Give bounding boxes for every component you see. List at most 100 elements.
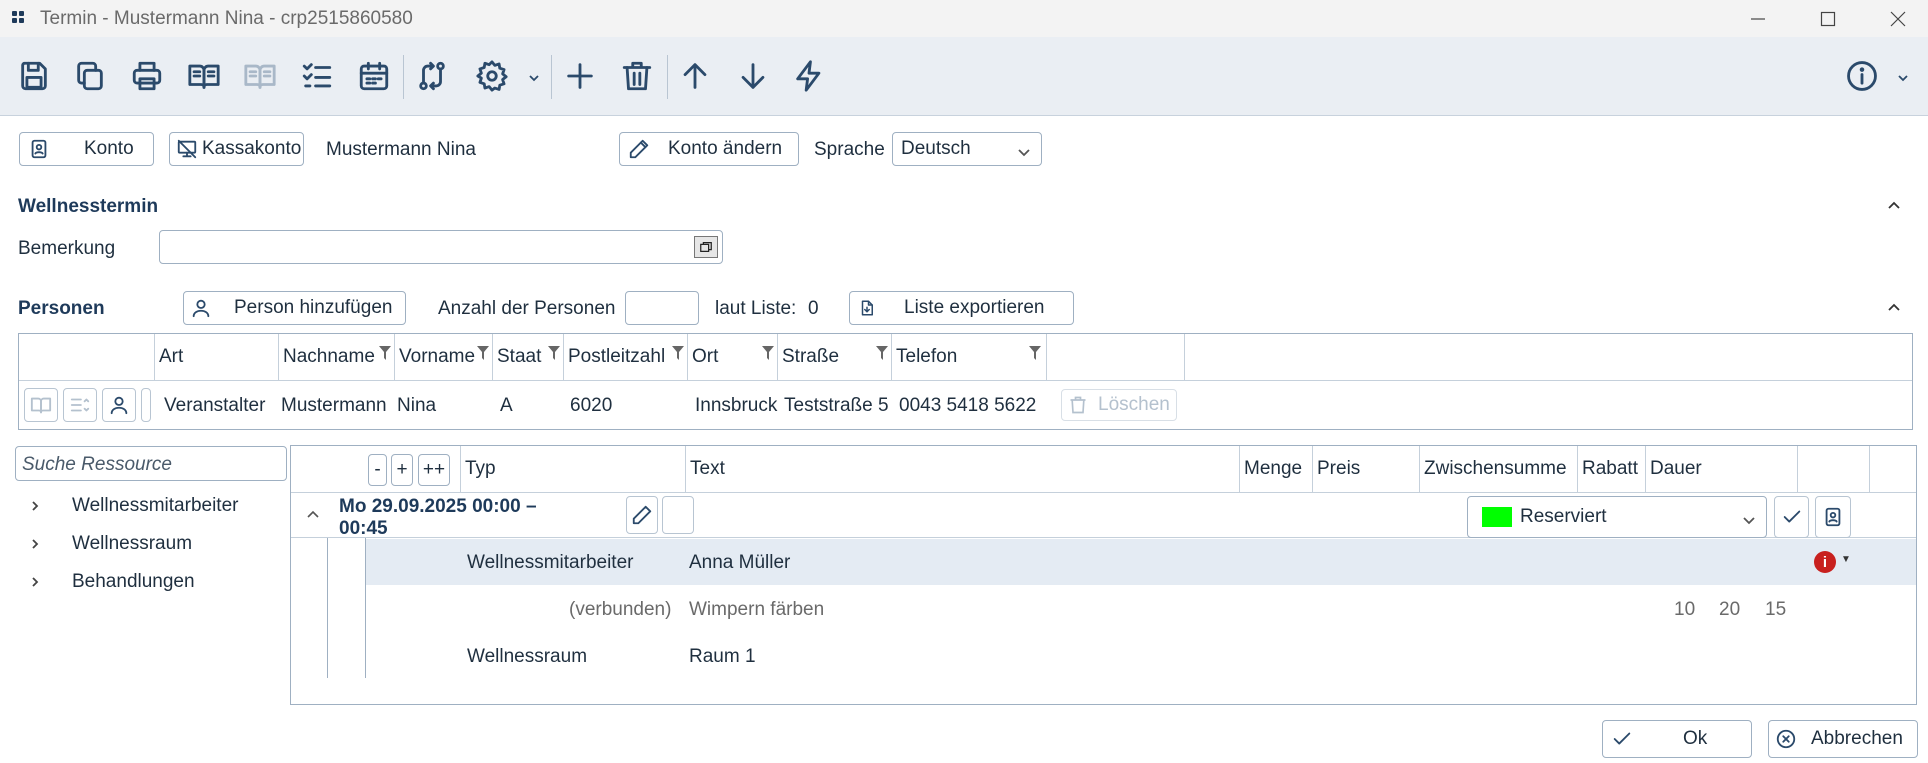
wellnesstermin-title: Wellnesstermin bbox=[18, 196, 159, 217]
lightning-icon[interactable] bbox=[787, 54, 831, 98]
edit-termin-button[interactable] bbox=[626, 496, 658, 534]
close-button[interactable] bbox=[1870, 0, 1926, 37]
row-typ: Wellnessraum bbox=[467, 646, 588, 667]
header-dauer[interactable]: Dauer bbox=[1646, 446, 1798, 492]
row-value-3: 15 bbox=[1765, 599, 1787, 620]
header-ort[interactable]: Ort bbox=[688, 334, 778, 380]
arrow-up-icon[interactable] bbox=[673, 54, 717, 98]
filter-icon[interactable] bbox=[548, 344, 560, 360]
filter-icon[interactable] bbox=[477, 344, 489, 360]
filter-icon[interactable] bbox=[762, 344, 774, 360]
header-preis[interactable]: Preis bbox=[1313, 446, 1420, 492]
row-typ: (verbunden) bbox=[569, 599, 672, 620]
header-text[interactable]: Text bbox=[686, 446, 1240, 492]
abbrechen-button[interactable]: Abbrechen bbox=[1768, 720, 1918, 758]
status-value: Reserviert bbox=[1520, 506, 1607, 527]
calendar-icon[interactable] bbox=[352, 54, 396, 98]
cell-nachname: Mustermann bbox=[281, 395, 387, 416]
chevron-right-icon bbox=[32, 577, 39, 587]
person-hinzufuegen-button[interactable]: Person hinzufügen bbox=[183, 291, 406, 325]
info-dropdown-icon[interactable] bbox=[1896, 69, 1910, 83]
liste-exportieren-button[interactable]: Liste exportieren bbox=[849, 291, 1074, 325]
header-zwischensumme[interactable]: Zwischensumme bbox=[1420, 446, 1578, 492]
checklist-icon[interactable] bbox=[295, 54, 339, 98]
header-telefon[interactable]: Telefon bbox=[892, 334, 1047, 380]
settings-dropdown-icon[interactable] bbox=[527, 69, 541, 83]
trash-icon[interactable] bbox=[615, 54, 659, 98]
chevron-right-icon bbox=[32, 501, 39, 511]
empty-action-button[interactable] bbox=[662, 496, 694, 534]
warning-dropdown-icon[interactable]: ▼ bbox=[1841, 554, 1851, 565]
bemerkung-label: Bemerkung bbox=[18, 238, 116, 259]
filter-icon[interactable] bbox=[379, 344, 391, 360]
header-art[interactable]: Art bbox=[155, 334, 279, 380]
person-icon[interactable] bbox=[102, 388, 136, 422]
print-icon[interactable] bbox=[125, 54, 169, 98]
minimize-button[interactable] bbox=[1730, 0, 1786, 37]
status-select[interactable]: Reserviert bbox=[1467, 496, 1767, 538]
header-vorname[interactable]: Vorname bbox=[395, 334, 493, 380]
sprache-select[interactable]: Deutsch bbox=[892, 132, 1042, 166]
kassakonto-button[interactable]: Kassakonto bbox=[169, 132, 304, 166]
book-open-icon[interactable] bbox=[182, 54, 226, 98]
resource-row[interactable]: (verbunden) Wimpern färben 10 20 15 bbox=[366, 586, 1916, 632]
filter-icon[interactable] bbox=[672, 344, 684, 360]
header-menge[interactable]: Menge bbox=[1240, 446, 1313, 492]
chevron-down-icon bbox=[1017, 143, 1031, 157]
bemerkung-input[interactable] bbox=[159, 230, 723, 264]
header-postleitzahl[interactable]: Postleitzahl bbox=[564, 334, 688, 380]
status-color-swatch bbox=[1482, 507, 1512, 527]
confirm-button[interactable] bbox=[1774, 496, 1809, 538]
tree-item-behandlungen[interactable]: Behandlungen bbox=[28, 567, 195, 597]
konto-aendern-button[interactable]: Konto ändern bbox=[619, 132, 799, 166]
cell-strasse: Teststraße 5 bbox=[784, 395, 889, 416]
anzahl-label: Anzahl der Personen bbox=[438, 298, 616, 319]
gear-icon[interactable] bbox=[470, 54, 514, 98]
anzahl-input[interactable] bbox=[625, 291, 699, 325]
row-typ: Wellnessmitarbeiter bbox=[467, 552, 634, 573]
chevron-up-icon[interactable] bbox=[305, 506, 321, 522]
collapse-all-button[interactable]: - bbox=[368, 454, 387, 486]
expand-one-button[interactable]: + bbox=[391, 454, 413, 486]
tree-item-wellnessmitarbeiter[interactable]: Wellnessmitarbeiter bbox=[28, 491, 238, 521]
konto-aendern-label: Konto ändern bbox=[668, 138, 783, 159]
abbrechen-label: Abbrechen bbox=[1811, 728, 1903, 749]
wellnesstermin-collapse-icon[interactable] bbox=[1885, 197, 1903, 215]
row-value-1: 10 bbox=[1674, 599, 1696, 620]
konto-button[interactable]: Konto bbox=[19, 132, 154, 166]
header-nachname[interactable]: Nachname bbox=[279, 334, 395, 380]
sprache-value: Deutsch bbox=[901, 138, 971, 159]
expand-icon[interactable] bbox=[694, 236, 718, 258]
account-name: Mustermann Nina bbox=[326, 139, 476, 160]
header-typ[interactable]: Typ bbox=[461, 446, 686, 492]
header-staat[interactable]: Staat bbox=[493, 334, 564, 380]
row-handle[interactable] bbox=[141, 388, 151, 422]
ressource-search-input[interactable]: Suche Ressource bbox=[15, 446, 287, 481]
contact-book-button[interactable] bbox=[1815, 496, 1851, 538]
plus-icon[interactable] bbox=[558, 54, 602, 98]
cell-plz: 6020 bbox=[570, 395, 613, 416]
header-rabatt[interactable]: Rabatt bbox=[1578, 446, 1646, 492]
maximize-button[interactable] bbox=[1800, 0, 1856, 37]
trash-icon bbox=[1070, 396, 1086, 414]
save-icon[interactable] bbox=[12, 54, 56, 98]
route-icon[interactable] bbox=[410, 54, 454, 98]
copy-icon[interactable] bbox=[68, 54, 112, 98]
person-hinzufuegen-label: Person hinzufügen bbox=[234, 297, 393, 318]
termin-group-row[interactable]: Mo 29.09.2025 00:00 – 00:45 Reserviert bbox=[291, 492, 1916, 539]
personen-collapse-icon[interactable] bbox=[1885, 299, 1903, 317]
header-strasse[interactable]: Straße bbox=[778, 334, 892, 380]
ok-label: Ok bbox=[1683, 728, 1708, 749]
filter-icon[interactable] bbox=[1029, 344, 1041, 360]
header-actions bbox=[1047, 334, 1185, 380]
resource-row[interactable]: Wellnessraum Raum 1 bbox=[366, 633, 1916, 679]
expand-all-button[interactable]: ++ bbox=[418, 454, 450, 486]
warning-info-icon[interactable]: i bbox=[1814, 551, 1836, 573]
filter-icon[interactable] bbox=[876, 344, 888, 360]
resource-row[interactable]: Wellnessmitarbeiter Anna Müller i ▼ bbox=[366, 539, 1916, 585]
info-icon[interactable] bbox=[1840, 54, 1884, 98]
arrow-down-icon[interactable] bbox=[731, 54, 775, 98]
termin-date: Mo 29.09.2025 00:00 – 00:45 bbox=[339, 496, 537, 539]
ok-button[interactable]: Ok bbox=[1602, 720, 1752, 758]
tree-item-wellnessraum[interactable]: Wellnessraum bbox=[28, 529, 192, 559]
